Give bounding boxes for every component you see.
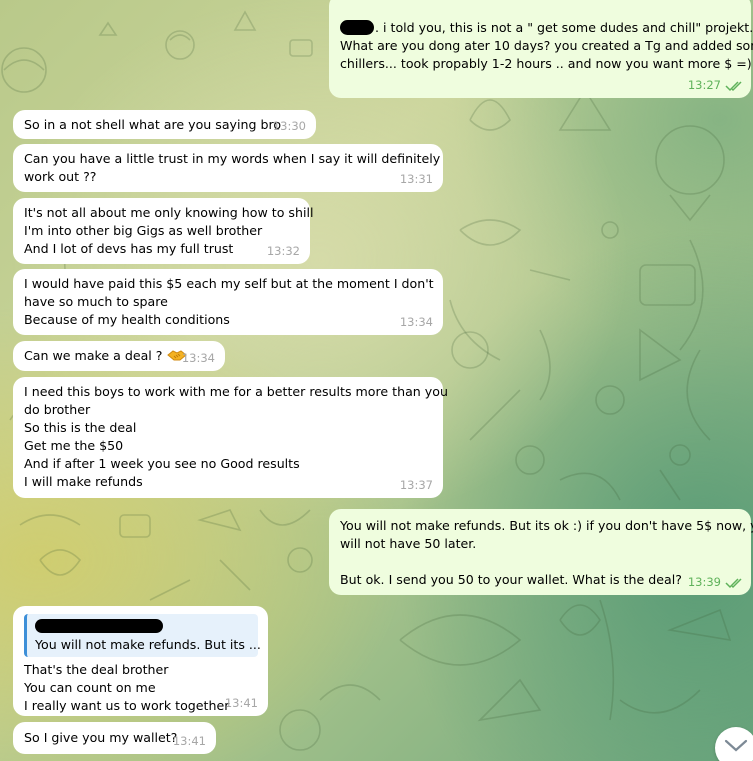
message-time: 13:34 — [399, 315, 433, 329]
reply-quote[interactable]: You will not make refunds. But its ... — [24, 614, 261, 657]
message-line: What are you dong ater 10 days? you crea… — [340, 38, 753, 53]
message-line: I'm into other big Gigs as well brother — [24, 223, 263, 238]
message-line: do brother — [24, 402, 91, 417]
incoming-message[interactable]: I would have paid this $5 each my self b… — [13, 269, 443, 335]
message-line: Because of my health conditions — [24, 312, 230, 327]
incoming-message[interactable]: Can you have a little trust in my words … — [13, 144, 443, 192]
message-line: You can count on me — [24, 680, 156, 695]
message-line: I will make refunds — [24, 474, 143, 489]
outgoing-message[interactable]: . i told you, this is not a " get some d… — [329, 0, 753, 98]
message-line: But ok. I send you 50 to your wallet. Wh… — [340, 572, 682, 587]
chevron-down-icon — [724, 739, 748, 752]
message-line: chillers... took propably 1-2 hours .. a… — [340, 56, 753, 71]
message-time: 13:27 — [687, 78, 721, 92]
message-line: . i told you, this is not a " get some d… — [340, 19, 753, 37]
message-time: 13:39 — [687, 575, 721, 589]
redacted-name — [340, 20, 374, 35]
incoming-message[interactable]: So I give you my wallet? 13:41 — [13, 722, 216, 754]
message-line: I really want us to work together — [24, 698, 230, 713]
incoming-message[interactable]: Can we make a deal ? 13:34 — [13, 341, 225, 371]
message-line: And if after 1 week you see no Good resu… — [24, 456, 300, 471]
message-time: 13:32 — [266, 244, 300, 258]
message-time: 13:37 — [399, 478, 433, 492]
message-line: have so much to spare — [24, 294, 168, 309]
incoming-message[interactable]: You will not make refunds. But its ... T… — [13, 606, 268, 716]
message-time: 13:41 — [172, 734, 206, 748]
message-line: That's the deal brother — [24, 662, 169, 677]
message-time: 13:34 — [181, 351, 215, 365]
message-line: And I lot of devs has my full trust — [24, 241, 234, 256]
incoming-message[interactable]: I need this boys to work with me for a b… — [13, 377, 448, 498]
message-line: I need this boys to work with me for a b… — [24, 384, 448, 399]
message-time: 13:41 — [224, 696, 258, 710]
message-line: So this is the deal — [24, 420, 137, 435]
message-line: I would have paid this $5 each my self b… — [24, 276, 434, 291]
message-time: 13:30 — [272, 119, 306, 133]
message-line: Get me the $50 — [24, 438, 124, 453]
double-check-icon — [725, 81, 742, 92]
message-time: 13:31 — [399, 172, 433, 186]
message-line: work out ?? — [24, 169, 97, 184]
incoming-message[interactable]: So in a not shell what are you saying br… — [13, 110, 316, 139]
outgoing-message[interactable]: You will not make refunds. But its ok :)… — [329, 509, 753, 595]
incoming-message[interactable]: It's not all about me only knowing how t… — [13, 198, 314, 264]
double-check-icon — [725, 578, 742, 589]
message-line: will not have 50 later. — [340, 536, 477, 551]
message-line: It's not all about me only knowing how t… — [24, 205, 314, 220]
message-line: Can you have a little trust in my words … — [24, 151, 441, 166]
scroll-to-bottom-button[interactable] — [715, 727, 753, 761]
message-line: So in a not shell what are you saying br… — [24, 117, 282, 132]
message-line: You will not make refunds. But its ok :)… — [340, 518, 753, 533]
message-line — [340, 553, 741, 571]
redacted-reply-author — [35, 619, 163, 633]
reply-quote-text: You will not make refunds. But its ... — [35, 637, 261, 652]
